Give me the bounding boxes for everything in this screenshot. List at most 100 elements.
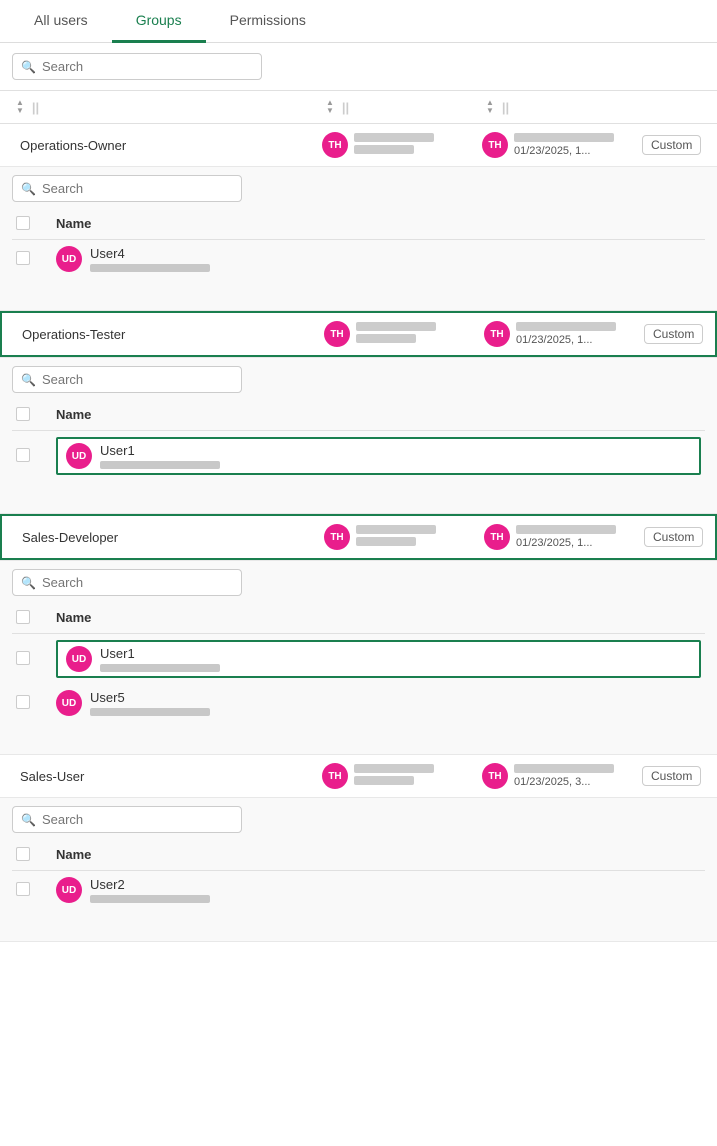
type-cell-sales-developer: Custom bbox=[644, 527, 703, 547]
created-by-cell-operations-owner: TH bbox=[322, 132, 482, 158]
tab-all-users[interactable]: All users bbox=[10, 0, 112, 43]
col-created-by: ▲▼ || bbox=[322, 99, 482, 115]
sub-header-sales-developer: Name bbox=[12, 604, 705, 634]
group-block-sales-developer: Sales-Developer TH TH 01/23/2025, 1... C… bbox=[0, 514, 717, 755]
member-checkbox-user1b[interactable] bbox=[16, 651, 30, 665]
group-row-operations-owner[interactable]: Operations-Owner TH TH 01/23/2025, 1... … bbox=[0, 124, 717, 166]
modified-by-cell-sales-user: TH 01/23/2025, 3... bbox=[482, 763, 642, 789]
member-name-user1b: User1 bbox=[100, 646, 220, 661]
sub-search-box-operations-tester[interactable]: 🔍 bbox=[12, 366, 242, 393]
select-all-checkbox-sales-user[interactable] bbox=[16, 847, 30, 861]
member-name-cell-user4: UD User4 bbox=[56, 246, 701, 272]
member-row-user4: UD User4 bbox=[12, 240, 705, 278]
col-name: ▲▼ || bbox=[12, 99, 322, 115]
creator-name-blurred-operations-owner bbox=[354, 133, 434, 142]
member-avatar-user5: UD bbox=[56, 690, 82, 716]
sub-search-input-operations-tester[interactable] bbox=[42, 372, 233, 387]
sub-search-icon-operations-tester: 🔍 bbox=[21, 373, 36, 387]
sub-search-input-sales-user[interactable] bbox=[42, 812, 233, 827]
member-name-cell-user5: UD User5 bbox=[56, 690, 701, 716]
select-all-checkbox-sales-developer[interactable] bbox=[16, 610, 30, 624]
sub-search-input-operations-owner[interactable] bbox=[42, 181, 233, 196]
creator-avatar-sales-user: TH bbox=[322, 763, 348, 789]
sub-header-operations-owner: Name bbox=[12, 210, 705, 240]
type-badge-sales-user: Custom bbox=[642, 766, 701, 786]
select-all-checkbox-operations-owner[interactable] bbox=[16, 216, 30, 230]
member-email-blurred-user2 bbox=[90, 895, 210, 903]
group-row-operations-tester[interactable]: Operations-Tester TH TH 01/23/2025, 1...… bbox=[2, 313, 715, 355]
member-name-cell-user1b[interactable]: UD User1 bbox=[56, 640, 701, 678]
sub-checkbox-header-sales-user bbox=[16, 847, 56, 864]
modifier-avatar-operations-owner: TH bbox=[482, 132, 508, 158]
type-badge-sales-developer: Custom bbox=[644, 527, 703, 547]
member-name-user5: User5 bbox=[90, 690, 210, 705]
groups-container: Operations-Owner TH TH 01/23/2025, 1... … bbox=[0, 124, 717, 942]
sort-modified-icon[interactable]: ▲▼ bbox=[486, 99, 494, 115]
sub-search-box-sales-user[interactable]: 🔍 bbox=[12, 806, 242, 833]
search-icon: 🔍 bbox=[21, 60, 36, 74]
top-search-area: 🔍 bbox=[0, 43, 717, 90]
group-block-sales-user: Sales-User TH TH 01/23/2025, 3... Custom… bbox=[0, 755, 717, 942]
sub-footer-operations-tester bbox=[12, 481, 705, 501]
modified-date-operations-owner: 01/23/2025, 1... bbox=[514, 145, 614, 157]
member-row-user1a: UD User1 bbox=[12, 431, 705, 481]
tab-groups[interactable]: Groups bbox=[112, 0, 206, 43]
sub-name-header-sales-user: Name bbox=[56, 847, 701, 864]
modified-by-cell-operations-owner: TH 01/23/2025, 1... bbox=[482, 132, 642, 158]
modifier-avatar-operations-tester: TH bbox=[484, 321, 510, 347]
modifier-avatar-sales-user: TH bbox=[482, 763, 508, 789]
creator-avatar-operations-tester: TH bbox=[324, 321, 350, 347]
group-row-sales-user[interactable]: Sales-User TH TH 01/23/2025, 3... Custom bbox=[0, 755, 717, 797]
modifier-avatar-sales-developer: TH bbox=[484, 524, 510, 550]
member-checkbox-user5[interactable] bbox=[16, 695, 30, 709]
sub-checkbox-header-operations-tester bbox=[16, 407, 56, 424]
col-type bbox=[642, 99, 705, 115]
global-search-box[interactable]: 🔍 bbox=[12, 53, 262, 80]
member-name-user1a: User1 bbox=[100, 443, 220, 458]
member-name-cell-user1a[interactable]: UD User1 bbox=[56, 437, 701, 475]
member-checkbox-wrap-user1b bbox=[16, 651, 56, 668]
creator-avatar-sales-developer: TH bbox=[324, 524, 350, 550]
member-name-user2: User2 bbox=[90, 877, 210, 892]
sub-search-input-sales-developer[interactable] bbox=[42, 575, 233, 590]
tab-permissions[interactable]: Permissions bbox=[206, 0, 330, 43]
creator-role-blurred-operations-tester bbox=[356, 334, 416, 343]
sub-search-box-sales-developer[interactable]: 🔍 bbox=[12, 569, 242, 596]
sub-footer-sales-user bbox=[12, 909, 705, 929]
sub-checkbox-header-sales-developer bbox=[16, 610, 56, 627]
member-checkbox-user1a[interactable] bbox=[16, 448, 30, 462]
sub-search-icon-sales-user: 🔍 bbox=[21, 813, 36, 827]
modified-by-cell-operations-tester: TH 01/23/2025, 1... bbox=[484, 321, 644, 347]
sub-search-operations-owner: 🔍 bbox=[12, 175, 705, 202]
col-modified-by: ▲▼ || bbox=[482, 99, 642, 115]
modifier-name-blurred-operations-tester bbox=[516, 322, 616, 331]
select-all-checkbox-operations-tester[interactable] bbox=[16, 407, 30, 421]
sub-table-operations-owner: 🔍 Name UD User4 bbox=[0, 166, 717, 310]
sub-search-icon-operations-owner: 🔍 bbox=[21, 182, 36, 196]
member-avatar-user4: UD bbox=[56, 246, 82, 272]
sub-search-operations-tester: 🔍 bbox=[12, 366, 705, 393]
sort-name-icon[interactable]: ▲▼ bbox=[16, 99, 24, 115]
created-by-cell-sales-developer: TH bbox=[324, 524, 484, 550]
sub-table-sales-developer: 🔍 Name UD User1 bbox=[0, 560, 717, 754]
sort-created-icon[interactable]: ▲▼ bbox=[326, 99, 334, 115]
group-name-operations-tester: Operations-Tester bbox=[14, 327, 324, 342]
group-row-sales-developer[interactable]: Sales-Developer TH TH 01/23/2025, 1... C… bbox=[2, 516, 715, 558]
member-checkbox-user4[interactable] bbox=[16, 251, 30, 265]
sub-search-box-operations-owner[interactable]: 🔍 bbox=[12, 175, 242, 202]
member-checkbox-wrap-user5 bbox=[16, 695, 56, 712]
member-checkbox-wrap-user2 bbox=[16, 882, 56, 899]
global-search-input[interactable] bbox=[42, 59, 253, 74]
member-name-cell-user2: UD User2 bbox=[56, 877, 701, 903]
member-row-user5: UD User5 bbox=[12, 684, 705, 722]
sub-search-sales-user: 🔍 bbox=[12, 806, 705, 833]
member-checkbox-user2[interactable] bbox=[16, 882, 30, 896]
creator-role-blurred-operations-owner bbox=[354, 145, 414, 154]
creator-avatar-operations-owner: TH bbox=[322, 132, 348, 158]
member-email-blurred-user1a bbox=[100, 461, 220, 469]
sub-header-operations-tester: Name bbox=[12, 401, 705, 431]
modifier-name-blurred-sales-user bbox=[514, 764, 614, 773]
modified-by-cell-sales-developer: TH 01/23/2025, 1... bbox=[484, 524, 644, 550]
created-by-cell-sales-user: TH bbox=[322, 763, 482, 789]
member-checkbox-wrap-user1a bbox=[16, 448, 56, 465]
